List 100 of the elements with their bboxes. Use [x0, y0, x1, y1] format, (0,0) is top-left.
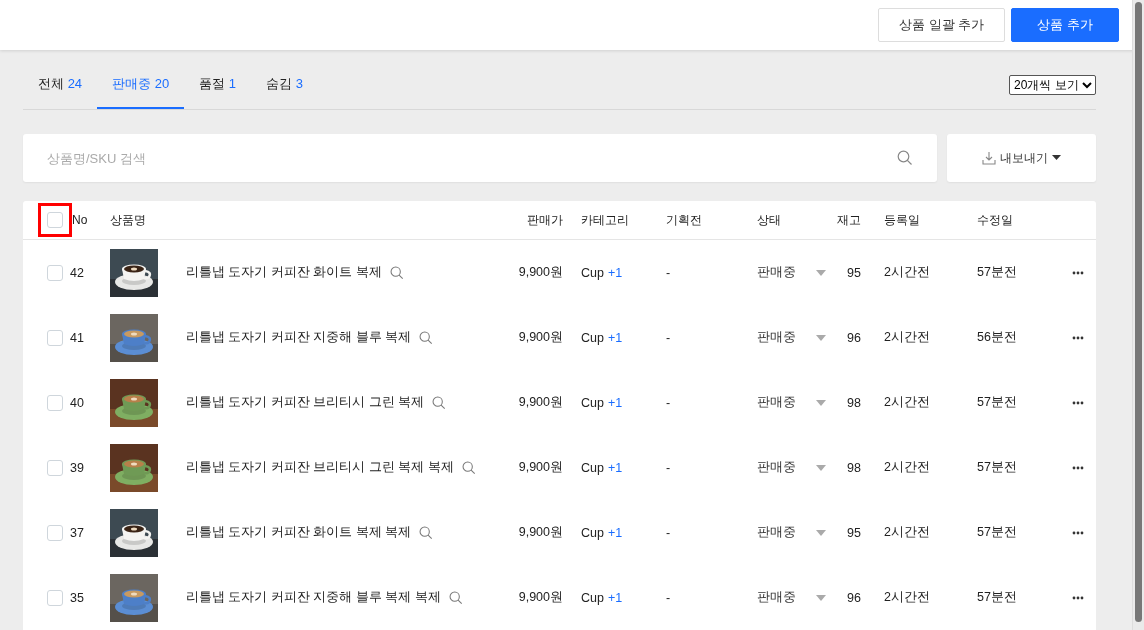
export-button[interactable]: 내보내기 [947, 134, 1096, 182]
row-checkbox[interactable] [47, 589, 63, 606]
status-dropdown[interactable]: 판매중 [757, 589, 826, 606]
category-count-link[interactable]: +1 [607, 330, 623, 345]
table-cell-text: 57분전 [977, 459, 1018, 476]
status-dropdown[interactable]: 판매중 [757, 264, 826, 281]
scrollbar[interactable] [1132, 0, 1144, 630]
status-dropdown[interactable]: 판매중 [757, 394, 826, 411]
product-name: 리틀냅 도자기 커피잔 브리티시 그린 복제 복제 [186, 459, 454, 476]
product-name: 리틀냅 도자기 커피잔 브리티시 그린 복제 [186, 394, 425, 411]
caret-icon [816, 529, 826, 536]
column-header: 상태 [757, 211, 782, 229]
search-icon[interactable] [419, 525, 434, 540]
category-count-link[interactable]: +1 [607, 525, 623, 540]
table-cell-text: 2시간전 [883, 394, 931, 411]
category-count-link[interactable]: +1 [607, 590, 623, 605]
table-cell-text: - [666, 590, 672, 605]
table-cell-text: 9,900원 [517, 524, 564, 541]
row-checkbox[interactable] [47, 329, 63, 346]
caret-icon [816, 269, 826, 276]
table-cell-text: - [666, 330, 672, 345]
category-name: Cup [581, 330, 604, 345]
status-dropdown[interactable]: 판매중 [757, 459, 826, 476]
table-cell-text: 40 [70, 395, 85, 410]
status-dropdown[interactable]: 판매중 [757, 524, 826, 541]
table-cell-text: 39 [70, 460, 85, 475]
row-checkbox[interactable] [47, 394, 63, 411]
column-header: 상품명 [110, 211, 147, 229]
add-product-button[interactable]: 상품 추가 [1011, 8, 1119, 42]
search-field[interactable]: 상품명/SKU 검색 [23, 134, 937, 182]
caret-icon [1052, 155, 1061, 161]
table-cell-text: 9,900원 [517, 394, 564, 411]
table-cell-text: 2시간전 [883, 264, 931, 281]
caret-icon [816, 464, 826, 471]
table-cell-text: 2시간전 [883, 329, 931, 346]
bulk-add-button[interactable]: 상품 일괄 추가 [878, 8, 1006, 42]
column-header: 수정일 [977, 211, 1014, 229]
table-cell-text: 96 [846, 590, 861, 605]
category-name: Cup [581, 460, 604, 475]
table-cell-text: 96 [846, 330, 861, 345]
table-cell-text: 95 [846, 265, 861, 280]
product-name: 리틀냅 도자기 커피잔 지중해 블루 복제 복제 [186, 589, 441, 606]
filter-tab[interactable]: 전체 24 [23, 60, 98, 109]
search-icon [897, 150, 913, 166]
table-cell-text: 57분전 [977, 524, 1018, 541]
column-header: No [72, 213, 89, 227]
column-header: 판매가 [526, 211, 564, 229]
column-header: 카테고리 [580, 211, 630, 229]
status-dropdown[interactable]: 판매중 [757, 329, 826, 346]
table-cell-text: - [666, 460, 672, 475]
filter-tab[interactable]: 품절 1 [184, 60, 252, 109]
search-icon[interactable] [448, 590, 463, 605]
table-cell-text: 9,900원 [517, 329, 564, 346]
table-cell-text: 98 [846, 395, 861, 410]
search-icon[interactable] [432, 395, 447, 410]
search-icon[interactable] [461, 460, 476, 475]
category-name: Cup [581, 395, 604, 410]
table-cell-text: 56분전 [977, 329, 1018, 346]
product-name: 리틀냅 도자기 커피잔 지중해 블루 복제 [186, 329, 412, 346]
download-icon [982, 151, 996, 165]
category-count-link[interactable]: +1 [607, 395, 623, 410]
more-icon[interactable] [1072, 270, 1084, 275]
category-count-link[interactable]: +1 [607, 265, 623, 280]
table-cell-text: - [666, 395, 672, 410]
table-cell-text: 37 [70, 525, 85, 540]
row-checkbox[interactable] [47, 264, 63, 281]
more-icon[interactable] [1072, 595, 1084, 600]
product-name: 리틀냅 도자기 커피잔 화이트 복제 [186, 264, 382, 281]
category-count-link[interactable]: +1 [607, 460, 623, 475]
caret-icon [816, 399, 826, 406]
table-cell-text: 9,900원 [517, 264, 564, 281]
row-checkbox[interactable] [47, 459, 63, 476]
more-icon[interactable] [1072, 465, 1084, 470]
row-checkbox[interactable] [47, 524, 63, 541]
category-name: Cup [581, 265, 604, 280]
search-icon[interactable] [389, 265, 404, 280]
table-cell-text: 2시간전 [883, 459, 931, 476]
table-cell-text: 98 [846, 460, 861, 475]
more-icon[interactable] [1072, 335, 1084, 340]
table-cell-text: 9,900원 [517, 459, 564, 476]
column-header: 기획전 [666, 211, 703, 229]
table-cell-text: 9,900원 [517, 589, 564, 606]
page-size-select[interactable]: 20개씩 보기 [1009, 74, 1096, 95]
table-cell-text: 57분전 [977, 264, 1018, 281]
search-icon[interactable] [419, 330, 434, 345]
filter-tab[interactable]: 판매중 20 [97, 60, 185, 109]
table-cell-text: 57분전 [977, 589, 1018, 606]
more-icon[interactable] [1072, 400, 1084, 405]
more-icon[interactable] [1072, 530, 1084, 535]
caret-icon [816, 334, 826, 341]
caret-icon [816, 594, 826, 601]
product-name: 리틀냅 도자기 커피잔 화이트 복제 복제 [186, 524, 412, 541]
table-cell-text: 95 [846, 525, 861, 540]
select-all-checkbox[interactable] [47, 212, 63, 228]
table-cell-text: 57분전 [977, 394, 1018, 411]
column-header: 재고 [836, 211, 861, 229]
table-cell-text: 35 [70, 590, 85, 605]
filter-tab[interactable]: 숨김 3 [251, 60, 318, 109]
column-header: 등록일 [883, 211, 921, 229]
category-name: Cup [581, 590, 604, 605]
